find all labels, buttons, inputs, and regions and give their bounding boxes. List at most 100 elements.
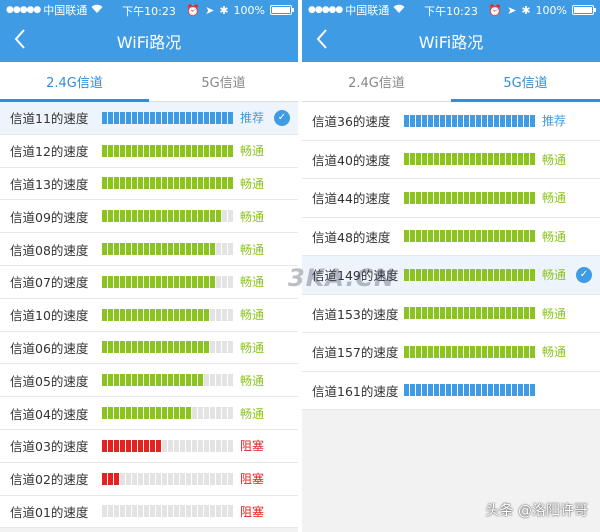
speed-bar-segment	[488, 384, 493, 397]
tab-5g[interactable]: 5G信道	[451, 62, 600, 102]
speed-bar-segment	[530, 114, 535, 127]
channel-row[interactable]: 信道08的速度 畅通	[0, 233, 298, 266]
speed-bar-segment	[204, 505, 209, 518]
speed-bar-segment	[228, 341, 233, 354]
speed-bar-segment	[198, 177, 203, 190]
speed-bar-segment	[464, 153, 469, 166]
speed-bar-segment	[488, 153, 493, 166]
speed-bar-segment	[198, 472, 203, 485]
channel-row[interactable]: 信道02的速度 阻塞	[0, 462, 298, 496]
speed-bar-segment	[198, 243, 203, 256]
speed-bar-segment	[482, 153, 487, 166]
speed-bar-segment	[216, 243, 221, 256]
speed-bar-segment	[452, 345, 457, 358]
speed-bar-segment	[180, 308, 185, 321]
speed-bar-segment	[446, 384, 451, 397]
speed-bar-segment	[222, 308, 227, 321]
speed-bar-segment	[144, 374, 149, 387]
speed-bar-segment	[512, 153, 517, 166]
speed-bar-segment	[494, 384, 499, 397]
channel-label: 信道08的速度	[10, 242, 89, 258]
channel-row[interactable]: 信道157的速度 畅通	[302, 333, 600, 372]
speed-bar-segment	[162, 439, 167, 452]
speed-bar-segment	[422, 114, 427, 127]
speed-bar-segment	[186, 505, 191, 518]
speed-bar-segment	[186, 341, 191, 354]
speed-bar-segment	[404, 345, 409, 358]
speed-bar-segment	[434, 268, 439, 281]
credit-label: 头条 @洛阳许哥	[485, 503, 588, 519]
channel-row[interactable]: 信道161的速度	[302, 371, 600, 410]
speed-bar-segment	[168, 341, 173, 354]
tab-2g[interactable]: 2.4G信道	[302, 62, 451, 101]
speed-bar-segment	[506, 345, 511, 358]
speed-bar-segment	[150, 275, 155, 288]
speed-bar	[404, 230, 536, 243]
channel-row[interactable]: 信道40的速度 畅通	[302, 140, 600, 179]
channel-label: 信道05的速度	[10, 373, 89, 389]
channel-row[interactable]: 信道36的速度 推荐	[302, 102, 600, 141]
speed-bar-segment	[470, 191, 475, 204]
speed-bar-segment	[174, 111, 179, 124]
chevron-left-icon[interactable]	[316, 28, 328, 50]
channel-status: 畅通	[542, 229, 567, 244]
speed-bar	[102, 275, 234, 288]
speed-bar-segment	[482, 384, 487, 397]
speed-bar-segment	[162, 243, 167, 256]
speed-bar-segment	[440, 114, 445, 127]
speed-bar	[102, 341, 234, 354]
speed-bar-segment	[150, 177, 155, 190]
speed-bar-segment	[428, 268, 433, 281]
channel-row[interactable]: 信道06的速度 畅通	[0, 331, 298, 365]
speed-bar-segment	[228, 374, 233, 387]
speed-bar-segment	[114, 472, 119, 485]
speed-bar-segment	[108, 439, 113, 452]
screenshot-composite: ●●●●● 中国联通 下午10:23 ⏰ ➤ ✱ 100% WiFi路况 2.4…	[0, 0, 600, 532]
channel-row[interactable]: 信道48的速度 畅通	[302, 217, 600, 256]
speed-bar-segment	[434, 384, 439, 397]
channel-row[interactable]: 信道07的速度 畅通	[0, 265, 298, 299]
speed-bar-segment	[174, 144, 179, 157]
speed-bar-segment	[186, 407, 191, 420]
chevron-left-icon[interactable]	[14, 28, 26, 50]
speed-bar-segment	[222, 144, 227, 157]
channel-label: 信道07的速度	[10, 275, 89, 291]
speed-bar-segment	[126, 407, 131, 420]
channel-label: 信道36的速度	[312, 114, 391, 130]
speed-bar-segment	[198, 308, 203, 321]
speed-bar-segment	[174, 472, 179, 485]
speed-bar-segment	[216, 374, 221, 387]
tab-2g[interactable]: 2.4G信道	[0, 62, 149, 102]
channel-row[interactable]: 信道11的速度 推荐 ✓	[0, 102, 298, 135]
channel-row[interactable]: 信道01的速度 阻塞	[0, 495, 298, 529]
tab-5g[interactable]: 5G信道	[149, 62, 298, 101]
channel-status: 畅通	[240, 209, 265, 224]
channel-list-5g: 信道36的速度 推荐 信道40的速度 畅通 信道44的速度 畅通 信道48的速度 畅通 信道14…	[302, 102, 600, 410]
speed-bar-segment	[422, 230, 427, 243]
channel-row[interactable]: 信道44的速度 畅通	[302, 179, 600, 218]
speed-bar-segment	[470, 384, 475, 397]
channel-row[interactable]: 信道10的速度 畅通	[0, 298, 298, 332]
channel-status: 推荐	[240, 111, 265, 126]
speed-bar	[102, 111, 234, 124]
speed-bar-segment	[144, 210, 149, 223]
speed-bar-segment	[114, 341, 119, 354]
speed-bar-segment	[102, 341, 107, 354]
channel-row[interactable]: 信道05的速度 畅通	[0, 364, 298, 398]
channel-row[interactable]: 信道12的速度 畅通	[0, 134, 298, 168]
speed-bar-segment	[410, 345, 415, 358]
speed-bar-segment	[168, 275, 173, 288]
speed-bar-segment	[204, 407, 209, 420]
channel-row[interactable]: 信道09的速度 畅通	[0, 200, 298, 234]
speed-bar-segment	[126, 111, 131, 124]
channel-row[interactable]: 信道13的速度 畅通	[0, 167, 298, 201]
navbar: WiFi路况	[302, 20, 600, 62]
speed-bar-segment	[162, 505, 167, 518]
speed-bar-segment	[186, 144, 191, 157]
channel-row[interactable]: 信道03的速度 阻塞	[0, 429, 298, 463]
channel-row[interactable]: 信道04的速度 畅通	[0, 397, 298, 430]
page-title: WiFi路况	[116, 33, 182, 52]
channel-row[interactable]: 信道153的速度 畅通	[302, 294, 600, 333]
speed-bar-segment	[446, 345, 451, 358]
speed-bar-segment	[464, 114, 469, 127]
